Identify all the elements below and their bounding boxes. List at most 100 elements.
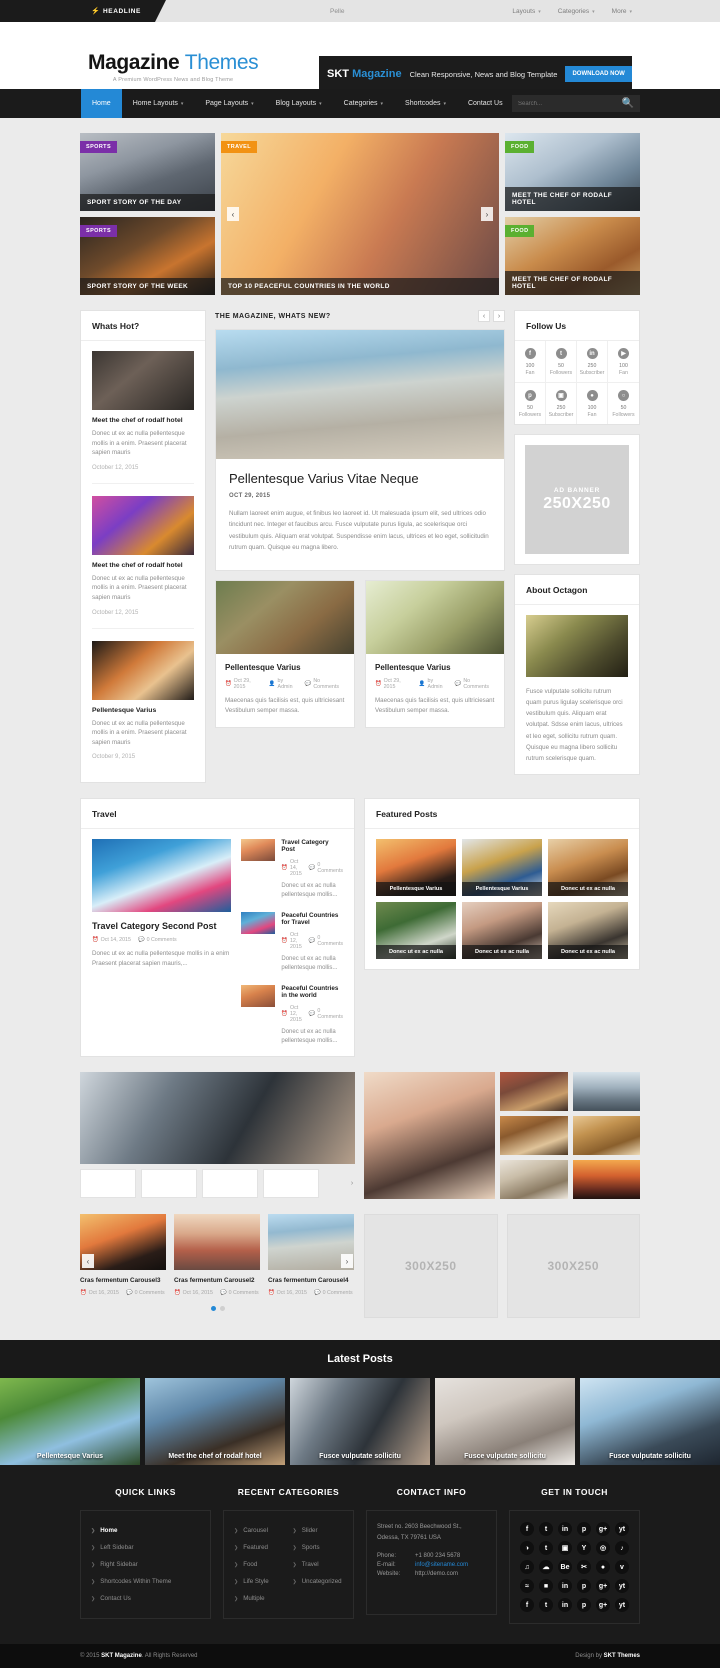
googleplus-icon[interactable]: g+: [596, 1598, 610, 1613]
search-box[interactable]: 🔍: [512, 95, 640, 112]
nav-item-home[interactable]: Home: [81, 89, 122, 118]
list-item[interactable]: Travel Category Post ⏰ Oct 14, 2015 💬 0 Co…: [241, 839, 343, 900]
social-stat-flickr[interactable]: ● 100 Fan: [577, 383, 608, 424]
featured-tile[interactable]: Donec ut ex ac nulla: [548, 839, 628, 897]
featured-tile[interactable]: Donec ut ex ac nulla: [548, 902, 628, 960]
footer-link-left-sidebar[interactable]: ❯ Left Sidebar: [91, 1539, 200, 1556]
post-thumbnail[interactable]: [92, 495, 194, 555]
nav-item-contact-us[interactable]: Contact Us: [457, 89, 514, 118]
latest-post-tile[interactable]: Fusce vulputate sollicitu: [290, 1378, 430, 1466]
top-nav-item-more[interactable]: More ▾: [612, 8, 632, 15]
footer-category-food[interactable]: ❯ Food: [234, 1556, 285, 1573]
social-stat-facebook[interactable]: f 100 Fan: [515, 341, 546, 383]
carousel-prev-button[interactable]: ‹: [82, 1254, 94, 1269]
post-title[interactable]: Meet the chef of rodalf hotel: [92, 562, 194, 569]
facebook-icon[interactable]: f: [520, 1522, 534, 1537]
site-logo[interactable]: Magazine Themes A Premium WordPress News…: [88, 52, 259, 83]
footer-link-home[interactable]: ❯ Home: [91, 1522, 200, 1539]
social-stat-youtube[interactable]: ▶ 100 Fan: [608, 341, 639, 383]
carousel-next-button[interactable]: ›: [341, 1254, 353, 1269]
gallery-mosaic-tile[interactable]: [572, 1072, 640, 1112]
gallery-next-button[interactable]: ›: [347, 1178, 357, 1190]
linkedin-icon[interactable]: in: [558, 1598, 572, 1613]
post-title[interactable]: Peaceful Countries for Travel: [281, 912, 343, 926]
footer-category-featured[interactable]: ❯ Featured: [234, 1539, 285, 1556]
featured-tile[interactable]: Donec ut ex ac nulla: [462, 902, 542, 960]
category-badge[interactable]: FOOD: [504, 141, 535, 153]
linkedin-icon[interactable]: in: [558, 1579, 572, 1594]
footer-link-shortcodes[interactable]: ❯ Shortcodes Within Theme: [91, 1573, 200, 1590]
latest-post-tile[interactable]: Pellentesque Varius: [0, 1378, 140, 1466]
gallery-mosaic-tile[interactable]: [500, 1116, 568, 1156]
slider-prev-button[interactable]: ‹: [227, 207, 240, 221]
footer-category-travel[interactable]: ❯ Travel: [293, 1556, 344, 1573]
feature-title[interactable]: Pellentesque Varius Vitae Neque: [229, 471, 491, 486]
footer-link-contact-us[interactable]: ❯ Contact Us: [91, 1590, 200, 1607]
slider-tile-travel-main[interactable]: TRAVEL ‹ › TOP 10 PEACEFUL COUNTRIES IN …: [221, 133, 499, 295]
googleplus-icon[interactable]: g+: [596, 1522, 610, 1537]
post-thumbnail[interactable]: [92, 640, 194, 700]
feature-image[interactable]: [216, 330, 504, 459]
twitter-icon[interactable]: t: [539, 1522, 553, 1537]
list-item[interactable]: Pellentesque Varius Donec ut ex ac nulla…: [92, 627, 194, 773]
travel-main-post[interactable]: Travel Category Second Post ⏰ Oct 14, 201…: [92, 839, 232, 1046]
ad-banner-300-2[interactable]: 300X250: [506, 1214, 640, 1319]
pinterest-icon[interactable]: p: [577, 1579, 591, 1594]
magazine-prev-button[interactable]: ‹: [478, 310, 490, 322]
cloud-icon[interactable]: ☁: [539, 1560, 553, 1575]
pinterest-icon[interactable]: p: [577, 1598, 591, 1613]
post-thumbnail[interactable]: [366, 580, 504, 654]
social-stat-instagram[interactable]: ▣ 250 Subscriber: [546, 383, 577, 424]
ad-banner-300-1[interactable]: 300X250: [364, 1214, 498, 1319]
download-now-button[interactable]: DOWNLOAD NOW: [565, 66, 632, 82]
post-thumbnail[interactable]: [241, 985, 276, 1008]
post-thumbnail[interactable]: [92, 351, 194, 410]
nav-item-categories[interactable]: Categories ▾: [333, 89, 394, 118]
top-nav-item-categories[interactable]: Categories ▾: [558, 8, 595, 15]
googleplus-icon[interactable]: g+: [596, 1579, 610, 1594]
list-item[interactable]: Peaceful Countries in the world ⏰ Oct 12,…: [241, 985, 343, 1046]
facebook-icon[interactable]: f: [520, 1598, 534, 1613]
list-item[interactable]: Peaceful Countries for Travel ⏰ Oct 12, 2…: [241, 912, 343, 973]
gallery-mosaic-tile[interactable]: [500, 1072, 568, 1112]
search-input[interactable]: [518, 100, 622, 107]
carousel-dot-1[interactable]: [210, 1306, 216, 1312]
carousel-dot-2[interactable]: [219, 1306, 225, 1312]
gallery-main-image[interactable]: [80, 1072, 355, 1165]
youtube-icon[interactable]: yt: [615, 1522, 629, 1537]
youtube-icon[interactable]: yt: [615, 1579, 629, 1594]
post-title[interactable]: Pellentesque Varius: [92, 707, 194, 714]
footer-category-carousel[interactable]: ❯ Carousel: [234, 1522, 285, 1539]
post-thumbnail[interactable]: [241, 912, 276, 935]
slider-tile-sports-day[interactable]: SPORTS SPORT STORY OF THE DAY: [80, 133, 216, 211]
magazine-next-button[interactable]: ›: [493, 310, 505, 322]
footer-category-sports[interactable]: ❯ Sports: [293, 1539, 344, 1556]
header-ad-banner[interactable]: SKT Magazine Clean Responsive, News and …: [319, 56, 632, 92]
post-title[interactable]: Meet the chef of rodalf hotel: [92, 417, 194, 424]
footer-link-right-sidebar[interactable]: ❯ Right Sidebar: [91, 1556, 200, 1573]
slider-next-button[interactable]: ›: [480, 207, 493, 221]
gallery-thumbnail[interactable]: [202, 1169, 258, 1199]
gallery-mosaic-tile[interactable]: [572, 1160, 640, 1200]
post-title[interactable]: Pellentesque Varius: [375, 663, 495, 672]
gallery-mosaic-tile[interactable]: [500, 1160, 568, 1200]
vimeo-icon[interactable]: v: [615, 1560, 629, 1575]
yahoo-icon[interactable]: Y: [577, 1541, 591, 1556]
post-title[interactable]: Travel Category Post: [281, 839, 343, 853]
category-badge[interactable]: SPORTS: [80, 141, 118, 153]
post-title[interactable]: Peaceful Countries in the world: [281, 985, 343, 999]
behance-icon[interactable]: Be: [558, 1560, 572, 1575]
post-title[interactable]: Cras fermentum Carousel4: [268, 1277, 354, 1284]
slider-tile-sports-week[interactable]: SPORTS SPORT STORY OF THE WEEK: [80, 217, 216, 295]
category-badge[interactable]: SPORTS: [80, 225, 118, 237]
tumblr-icon[interactable]: t: [539, 1541, 553, 1556]
top-nav-item-layouts[interactable]: Layouts ▾: [512, 8, 540, 15]
post-title[interactable]: Pellentesque Varius: [225, 663, 345, 672]
rss-icon[interactable]: ≈: [520, 1579, 534, 1594]
scissors-icon[interactable]: ✂: [577, 1560, 591, 1575]
gallery-mosaic-tile[interactable]: [572, 1116, 640, 1156]
post-card[interactable]: Pellentesque Varius ⏰ Oct 29, 2015 👤 by Ad…: [365, 579, 505, 728]
category-badge[interactable]: TRAVEL: [221, 141, 258, 153]
social-stat-twitter[interactable]: t 50 Followers: [546, 341, 577, 383]
gallery-thumbnail[interactable]: [80, 1169, 136, 1199]
